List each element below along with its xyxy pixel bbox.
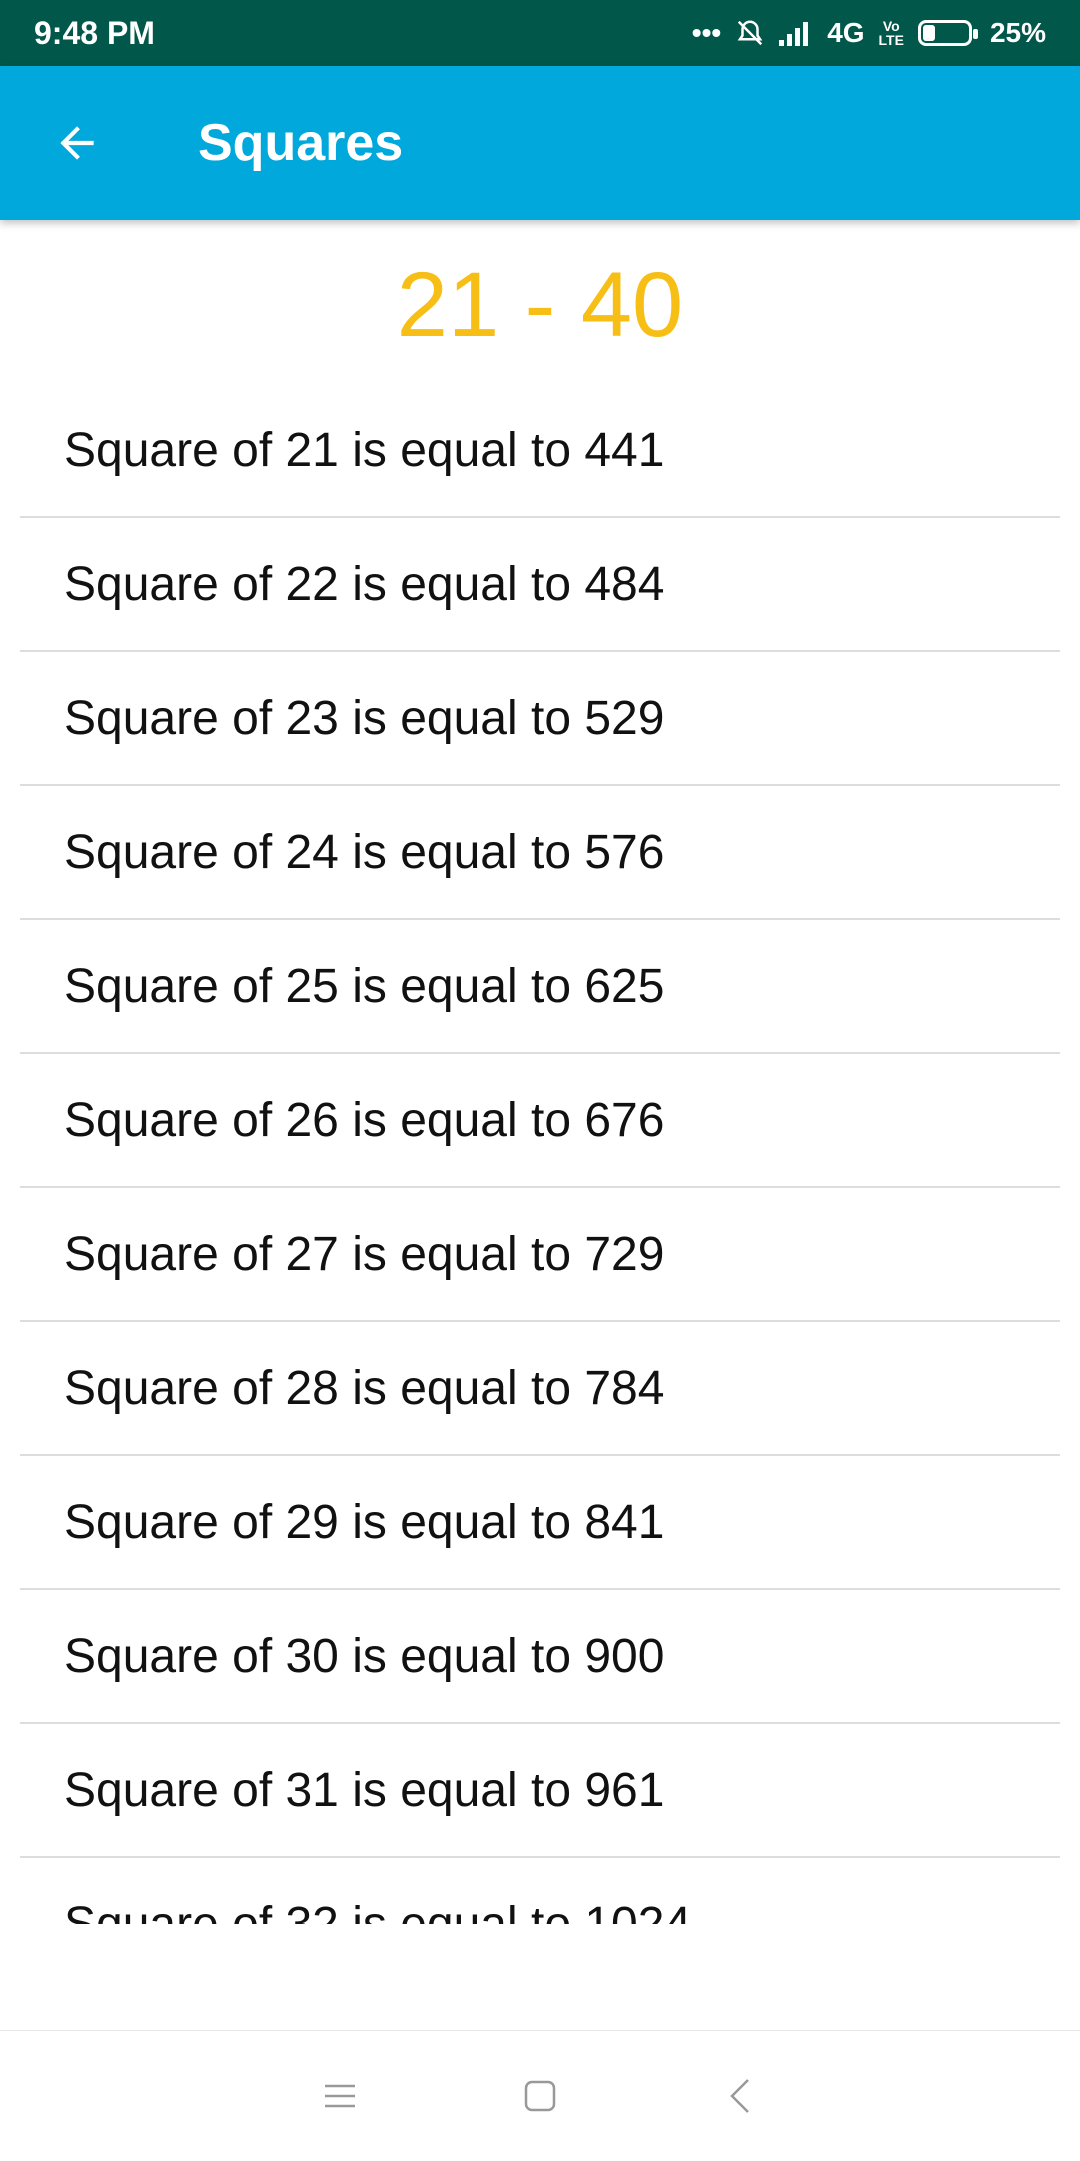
- list-item-text: Square of 22 is equal to 484: [64, 557, 665, 611]
- status-icons: ••• 4G Vo LTE 25%: [692, 17, 1046, 49]
- list-item[interactable]: Square of 30 is equal to 900: [20, 1590, 1060, 1724]
- list-item[interactable]: Square of 25 is equal to 625: [20, 920, 1060, 1054]
- list-item[interactable]: Square of 27 is equal to 729: [20, 1188, 1060, 1322]
- list-item-text: Square of 27 is equal to 729: [64, 1227, 665, 1281]
- list-item-text: Square of 28 is equal to 784: [64, 1361, 665, 1415]
- list-item-text: Square of 26 is equal to 676: [64, 1093, 665, 1147]
- list-item-text: Square of 24 is equal to 576: [64, 825, 665, 879]
- page-title: Squares: [198, 114, 404, 172]
- system-back-button[interactable]: [640, 2031, 840, 2161]
- list-item-text: Square of 30 is equal to 900: [64, 1629, 665, 1683]
- system-nav-bar: [0, 2030, 1080, 2161]
- menu-icon: [325, 2084, 355, 2108]
- list-item-text: Square of 29 is equal to 841: [64, 1495, 665, 1549]
- list-item-text: Square of 23 is equal to 529: [64, 691, 665, 745]
- menu-button[interactable]: [240, 2031, 440, 2161]
- more-dots-icon: •••: [691, 17, 722, 48]
- home-square-icon: [524, 2080, 556, 2112]
- list-item[interactable]: Square of 26 is equal to 676: [20, 1054, 1060, 1188]
- network-type: 4G: [827, 17, 865, 48]
- signal-icon: [779, 20, 813, 46]
- battery-icon: [917, 20, 978, 46]
- list-item[interactable]: Square of 31 is equal to 961: [20, 1724, 1060, 1858]
- range-heading: 21 - 40: [396, 254, 684, 356]
- list-item-text: Square of 31 is equal to 961: [64, 1763, 665, 1817]
- list-item[interactable]: Square of 23 is equal to 529: [20, 652, 1060, 786]
- arrow-left-icon: [60, 126, 94, 160]
- battery-percent: 25%: [989, 17, 1046, 48]
- squares-list[interactable]: Square of 21 is equal to 441 Square of 22…: [0, 384, 1080, 1924]
- list-item-text: Square of 21 is equal to 441: [64, 423, 665, 477]
- list-item[interactable]: Square of 21 is equal to 441: [20, 384, 1060, 518]
- list-item[interactable]: Square of 22 is equal to 484: [20, 518, 1060, 652]
- app-bar: Squares: [0, 66, 1080, 220]
- list-item[interactable]: Square of 29 is equal to 841: [20, 1456, 1060, 1590]
- status-time: 9:48 PM: [34, 14, 155, 51]
- volte-icon: Vo LTE: [878, 18, 904, 48]
- back-button[interactable]: [42, 108, 112, 178]
- mute-bell-icon: [735, 18, 765, 48]
- list-item[interactable]: Square of 32 is equal to 1024: [20, 1858, 1060, 1925]
- back-chevron-icon: [730, 2079, 749, 2113]
- home-button[interactable]: [440, 2031, 640, 2161]
- list-item[interactable]: Square of 24 is equal to 576: [20, 786, 1060, 920]
- list-item-text: Square of 32 is equal to 1024: [64, 1897, 692, 1925]
- list-item[interactable]: Square of 28 is equal to 784: [20, 1322, 1060, 1456]
- list-item-text: Square of 25 is equal to 625: [64, 959, 665, 1013]
- status-bar: 9:48 PM ••• 4G Vo LTE 25%: [0, 0, 1080, 66]
